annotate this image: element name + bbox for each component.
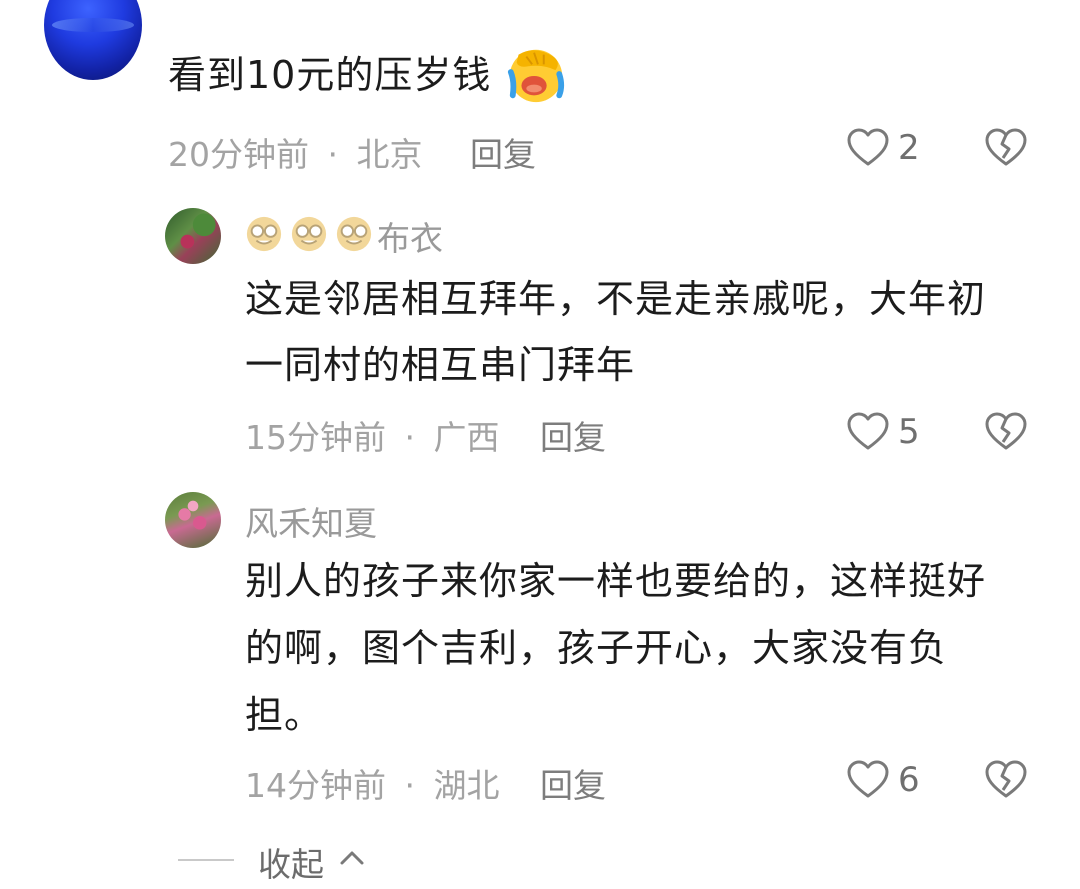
avatar-reply-buyi[interactable] (165, 208, 221, 264)
facepalm-crying-emoji (507, 49, 565, 103)
collapse-divider (178, 859, 234, 861)
heart-outline-icon[interactable] (846, 759, 890, 799)
reply-location: 湖北 (433, 766, 500, 805)
comment-location: 北京 (356, 135, 423, 174)
comment-text: 看到10元的压岁钱 (168, 53, 492, 97)
broken-heart-icon[interactable] (984, 127, 1028, 167)
like-count: 5 (898, 412, 920, 452)
comment-meta: 20分钟前 · 北京 (168, 128, 423, 176)
reply-time: 15分钟前 (245, 418, 386, 457)
reply-button[interactable]: 回复 (540, 759, 606, 807)
reply-meta: 14分钟前 · 湖北 (245, 759, 500, 807)
meta-separator: · (404, 766, 416, 805)
broken-heart-icon[interactable] (984, 411, 1028, 451)
chevron-up-icon[interactable] (338, 848, 366, 868)
nerd-face-emoji (291, 216, 327, 252)
meta-separator: · (327, 135, 339, 174)
heart-outline-icon[interactable] (846, 411, 890, 451)
reply-button[interactable]: 回复 (470, 128, 536, 176)
heart-outline-icon[interactable] (846, 127, 890, 167)
comment-time: 20分钟前 (168, 135, 309, 174)
meta-separator: · (404, 418, 416, 457)
reply-text-line: 这是邻居相互拜年，不是走亲戚呢，大年初 (245, 277, 987, 321)
username-fenghe[interactable]: 风禾知夏 (245, 497, 377, 545)
reply-text-line: 担。 (245, 693, 324, 737)
reply-time: 14分钟前 (245, 766, 386, 805)
username-buyi[interactable]: 布衣 (377, 212, 443, 260)
avatar-reply-fenghe[interactable] (165, 492, 221, 548)
reply-meta: 15分钟前 · 广西 (245, 411, 500, 459)
reply-text-line: 别人的孩子来你家一样也要给的，这样挺好 (245, 559, 987, 603)
like-count: 6 (898, 760, 920, 800)
nerd-face-emoji (246, 216, 282, 252)
collapse-replies-button[interactable]: 收起 (258, 838, 324, 886)
reply-button[interactable]: 回复 (540, 411, 606, 459)
reply-text-line: 一同村的相互串门拜年 (245, 343, 636, 387)
broken-heart-icon[interactable] (984, 759, 1028, 799)
like-count: 2 (898, 128, 920, 168)
reply-text-line: 的啊，图个吉利，孩子开心，大家没有负 (245, 626, 948, 670)
avatar-commenter[interactable] (44, 0, 142, 80)
reply-location: 广西 (433, 418, 500, 457)
nerd-face-emoji (336, 216, 372, 252)
